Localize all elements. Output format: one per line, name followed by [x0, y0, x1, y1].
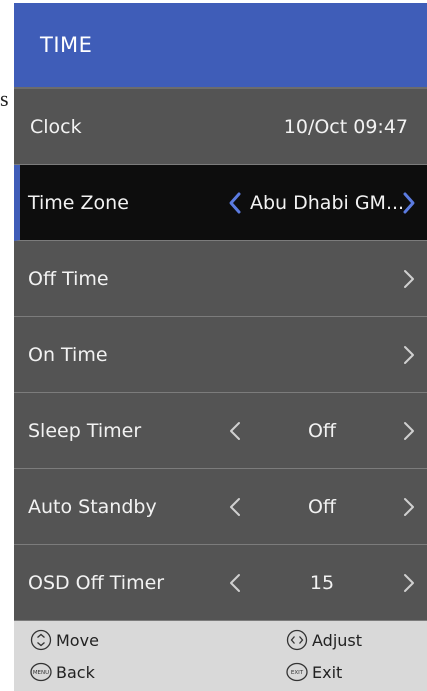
- clock-label: Clock: [30, 115, 82, 138]
- chevron-right-icon[interactable]: [400, 495, 418, 519]
- time-zone-row[interactable]: Time Zone Abu Dhabi GM...: [14, 165, 427, 241]
- off-time-row[interactable]: Off Time: [14, 241, 427, 317]
- on-time-label: On Time: [28, 343, 108, 366]
- exit-icon: EXIT: [286, 662, 308, 682]
- osd-off-timer-label: OSD Off Timer: [28, 571, 165, 594]
- clock-value: 10/Oct 09:47: [283, 115, 408, 138]
- page-title: TIME: [40, 33, 93, 57]
- time-settings-panel: TIME Clock 10/Oct 09:47 Time Zone Abu Dh…: [14, 3, 427, 691]
- sleep-timer-value: Off: [307, 419, 337, 442]
- adjust-hint: Adjust: [286, 629, 362, 651]
- back-hint-label: Back: [56, 662, 95, 682]
- chevron-right-icon[interactable]: [400, 191, 418, 215]
- auto-standby-value: Off: [307, 495, 337, 518]
- chevron-left-icon[interactable]: [226, 191, 244, 215]
- up-down-icon: [30, 629, 52, 651]
- sleep-timer-label: Sleep Timer: [28, 419, 142, 442]
- key-hint-bar: Move Adjust MENU Back EXIT Exit: [14, 621, 427, 691]
- page-text-fragment: s: [0, 86, 9, 111]
- chevron-left-icon[interactable]: [226, 495, 244, 519]
- back-hint: MENU Back: [30, 661, 95, 683]
- chevron-right-icon[interactable]: [400, 343, 418, 367]
- sleep-timer-row[interactable]: Sleep Timer Off: [14, 393, 427, 469]
- chevron-right-icon[interactable]: [400, 419, 418, 443]
- time-zone-label: Time Zone: [28, 191, 129, 214]
- on-time-row[interactable]: On Time: [14, 317, 427, 393]
- chevron-right-icon[interactable]: [400, 571, 418, 595]
- off-time-label: Off Time: [28, 267, 109, 290]
- clock-row: Clock 10/Oct 09:47: [14, 89, 427, 165]
- menu-icon: MENU: [30, 662, 52, 682]
- auto-standby-label: Auto Standby: [28, 495, 157, 518]
- auto-standby-row[interactable]: Auto Standby Off: [14, 469, 427, 545]
- move-hint-label: Move: [56, 630, 99, 650]
- svg-text:EXIT: EXIT: [291, 670, 304, 676]
- exit-hint-label: Exit: [312, 662, 343, 682]
- osd-off-timer-value: 15: [309, 571, 335, 594]
- exit-hint: EXIT Exit: [286, 661, 342, 683]
- chevron-left-icon[interactable]: [226, 571, 244, 595]
- chevron-left-icon[interactable]: [226, 419, 244, 443]
- osd-off-timer-row[interactable]: OSD Off Timer 15: [14, 545, 427, 621]
- time-zone-value: Abu Dhabi GM...: [250, 191, 405, 214]
- adjust-hint-label: Adjust: [312, 630, 363, 650]
- move-hint: Move: [30, 629, 99, 651]
- chevron-right-icon[interactable]: [400, 267, 418, 291]
- svg-text:MENU: MENU: [33, 670, 49, 676]
- menu-header: TIME: [14, 3, 427, 89]
- left-right-icon: [286, 629, 308, 651]
